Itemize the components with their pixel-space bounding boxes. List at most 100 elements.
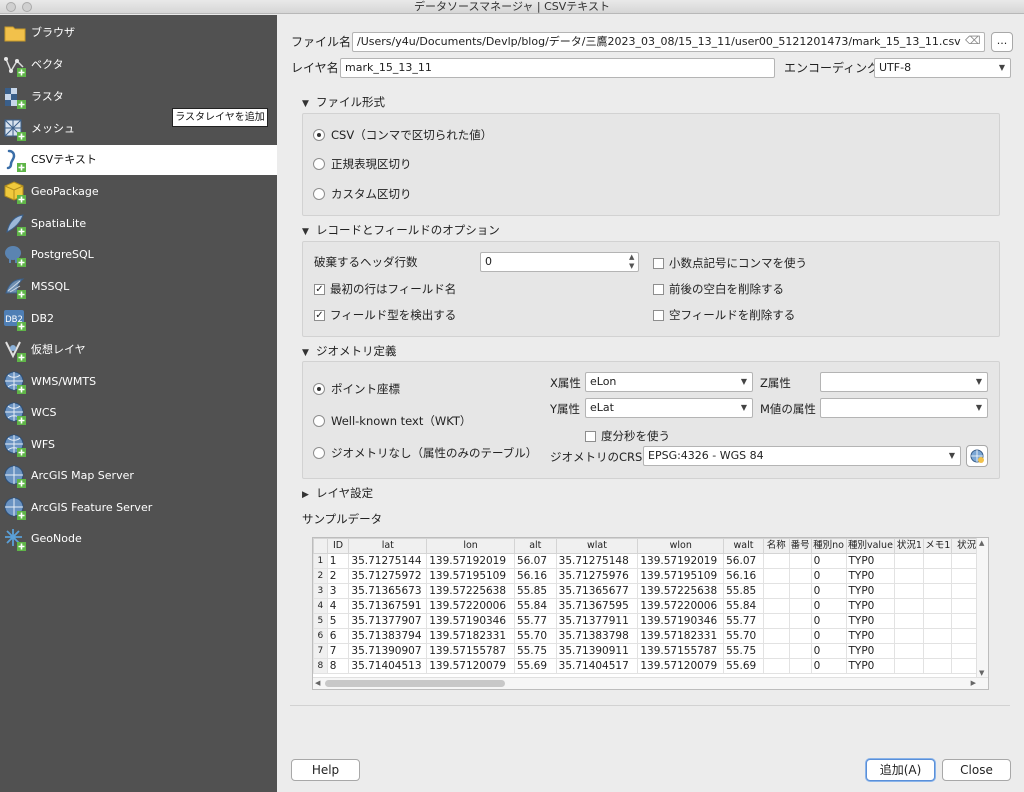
table-row[interactable]: 4 4 35.71367591 139.57220006 55.84 35.7136759…	[313, 598, 988, 614]
minimize-window-icon[interactable]	[22, 2, 32, 12]
layer-name-input[interactable]: mark_15_13_11	[340, 58, 775, 78]
add-button[interactable]: 追加(A)	[866, 759, 935, 781]
checkbox-first-row-header[interactable]: ✓ 最初の行はフィールド名	[314, 281, 456, 297]
encoding-select[interactable]: UTF-8 ▼	[874, 58, 1011, 78]
row-number: 6	[313, 628, 328, 644]
sidebar-item-wms[interactable]: WMS/WMTS	[0, 367, 277, 397]
scroll-up-icon[interactable]: ▲	[979, 539, 984, 547]
table-cell	[762, 583, 790, 599]
column-header[interactable]: 状況1	[894, 538, 925, 554]
sidebar-item-mssql[interactable]: MSSQL	[0, 272, 277, 302]
column-header[interactable]: ID	[326, 538, 350, 554]
file-name-label: ファイル名	[291, 35, 352, 49]
checkbox-dms[interactable]: 度分秒を使う	[585, 428, 670, 444]
checkbox-trim-fields[interactable]: 前後の空白を削除する	[653, 281, 784, 297]
radio-point-coordinates[interactable]: ポイント座標	[313, 381, 400, 397]
sidebar-item-vector[interactable]: ベクタ	[0, 50, 277, 80]
checkbox-discard-empty[interactable]: 空フィールドを削除する	[653, 307, 795, 323]
geometry-header[interactable]: ▼ ジオメトリ定義	[302, 343, 397, 361]
scroll-left-icon[interactable]: ◀	[315, 679, 320, 687]
skip-lines-spinbox[interactable]: 0	[480, 252, 639, 272]
radio-regex[interactable]: 正規表現区切り	[313, 156, 412, 172]
radio-dot	[313, 415, 325, 427]
sidebar-item-csv[interactable]: CSVテキスト	[0, 145, 277, 175]
clear-field-icon[interactable]: ⌫	[965, 34, 981, 47]
table-cell: 35.71365677	[555, 583, 639, 599]
checkbox-detect-types[interactable]: ✓ フィールド型を検出する	[314, 307, 456, 323]
table-row[interactable]: 1 1 35.71275144 139.57192019 56.07 35.7127514…	[313, 553, 988, 569]
csv-add-icon	[6, 149, 26, 172]
column-header[interactable]: walt	[723, 538, 764, 554]
table-cell: TYP0	[845, 643, 896, 659]
vertical-scrollbar[interactable]: ▲ ▼	[976, 538, 988, 678]
file-format-header[interactable]: ▼ ファイル形式	[302, 94, 385, 112]
scroll-right-icon[interactable]: ▶	[971, 679, 976, 687]
file-path-input[interactable]: /Users/y4u/Documents/Devlp/blog/データ/三鷹20…	[352, 32, 985, 52]
browse-button[interactable]: ...	[991, 32, 1013, 52]
sidebar-item-geopackage[interactable]: GeoPackage	[0, 177, 277, 207]
layer-settings-header[interactable]: ▶ レイヤ設定	[302, 485, 373, 503]
checkbox-decimal-comma[interactable]: 小数点記号にコンマを使う	[653, 255, 807, 271]
table-cell: 139.57190346	[637, 613, 725, 629]
table-cell	[788, 598, 812, 614]
sidebar-item-postgresql[interactable]: PostgreSQL	[0, 240, 277, 270]
column-header[interactable]: 番号	[788, 538, 812, 554]
table-cell: 1	[326, 553, 350, 569]
crs-select[interactable]: EPSG:4326 - WGS 84 ▼	[643, 446, 961, 466]
table-cell	[894, 658, 925, 674]
table-cell: 0	[810, 613, 847, 629]
sidebar-item-wcs[interactable]: WCS	[0, 398, 277, 428]
table-row[interactable]: 8 8 35.71404513 139.57120079 55.69 35.7140451…	[313, 658, 988, 674]
close-window-icon[interactable]	[6, 2, 16, 12]
close-button[interactable]: Close	[942, 759, 1011, 781]
sidebar-item-arcgis-feature-server[interactable]: ArcGIS Feature Server	[0, 493, 277, 523]
table-row[interactable]: 7 7 35.71390907 139.57155787 55.75 35.7139091…	[313, 643, 988, 659]
table-cell: 139.57192019	[637, 553, 725, 569]
spinbox-arrows-icon[interactable]: ▲ ▼	[629, 253, 634, 271]
column-header[interactable]: 種別no	[810, 538, 847, 554]
m-field-select[interactable]: ▼	[820, 398, 988, 418]
table-row[interactable]: 3 3 35.71365673 139.57225638 55.85 35.7136567…	[313, 583, 988, 599]
table-row[interactable]: 2 2 35.71275972 139.57195109 56.16 35.7127597…	[313, 568, 988, 584]
column-header[interactable]: メモ1	[923, 538, 953, 554]
geopackage-add-icon	[4, 181, 26, 204]
sidebar-item-browser[interactable]: ブラウザ	[0, 18, 277, 48]
radio-custom[interactable]: カスタム区切り	[313, 186, 412, 202]
z-field-select[interactable]: ▼	[820, 372, 988, 392]
column-header[interactable]: lat	[348, 538, 428, 554]
sidebar-item-geonode[interactable]: GeoNode	[0, 524, 277, 554]
radio-no-geometry[interactable]: ジオメトリなし（属性のみのテーブル）	[313, 445, 537, 461]
sidebar-item-virtual-layer[interactable]: 仮想レイヤ	[0, 335, 277, 365]
x-field-select[interactable]: eLon ▼	[585, 372, 753, 392]
sidebar-item-spatialite[interactable]: SpatiaLite	[0, 209, 277, 239]
table-cell: TYP0	[845, 598, 896, 614]
table-cell: 4	[326, 598, 350, 614]
column-header[interactable]: alt	[513, 538, 557, 554]
column-header[interactable]: wlon	[637, 538, 725, 554]
radio-csv[interactable]: CSV（コンマで区切られた値）	[313, 127, 492, 143]
horizontal-scroll-thumb[interactable]	[325, 680, 505, 687]
sidebar-item-db2[interactable]: DB2 DB2	[0, 304, 277, 334]
table-row[interactable]: 5 5 35.71377907 139.57190346 55.77 35.7137791…	[313, 613, 988, 629]
table-cell: 35.71377911	[555, 613, 639, 629]
table-cell: 139.57225638	[637, 583, 725, 599]
column-header[interactable]: lon	[426, 538, 515, 554]
table-cell: 139.57182331	[637, 628, 725, 644]
record-options-header[interactable]: ▼ レコードとフィールドのオプション	[302, 222, 500, 240]
sidebar-item-wfs[interactable]: WFS	[0, 430, 277, 460]
help-button[interactable]: Help	[291, 759, 360, 781]
column-header[interactable]: 名称	[762, 538, 790, 554]
layer-name-label: レイヤ名	[291, 61, 339, 75]
horizontal-scrollbar[interactable]: ◀ ▶	[313, 677, 988, 689]
radio-wkt[interactable]: Well-known text（WKT）	[313, 413, 471, 429]
table-row[interactable]: 6 6 35.71383794 139.57182331 55.70 35.7138379…	[313, 628, 988, 644]
column-header[interactable]: 種別value	[845, 538, 896, 554]
table-cell: 0	[810, 598, 847, 614]
crs-selector-button[interactable]	[966, 445, 988, 467]
scroll-down-icon[interactable]: ▼	[979, 669, 984, 677]
column-header[interactable]: wlat	[555, 538, 639, 554]
table-cell: 56.16	[723, 568, 764, 584]
sample-data-table[interactable]: ID lat lon alt wlat wlon walt 名称 番号 種別no 種別value 状況…	[312, 537, 989, 690]
sidebar-item-arcgis-map-server[interactable]: ArcGIS Map Server	[0, 461, 277, 491]
y-field-select[interactable]: eLat ▼	[585, 398, 753, 418]
